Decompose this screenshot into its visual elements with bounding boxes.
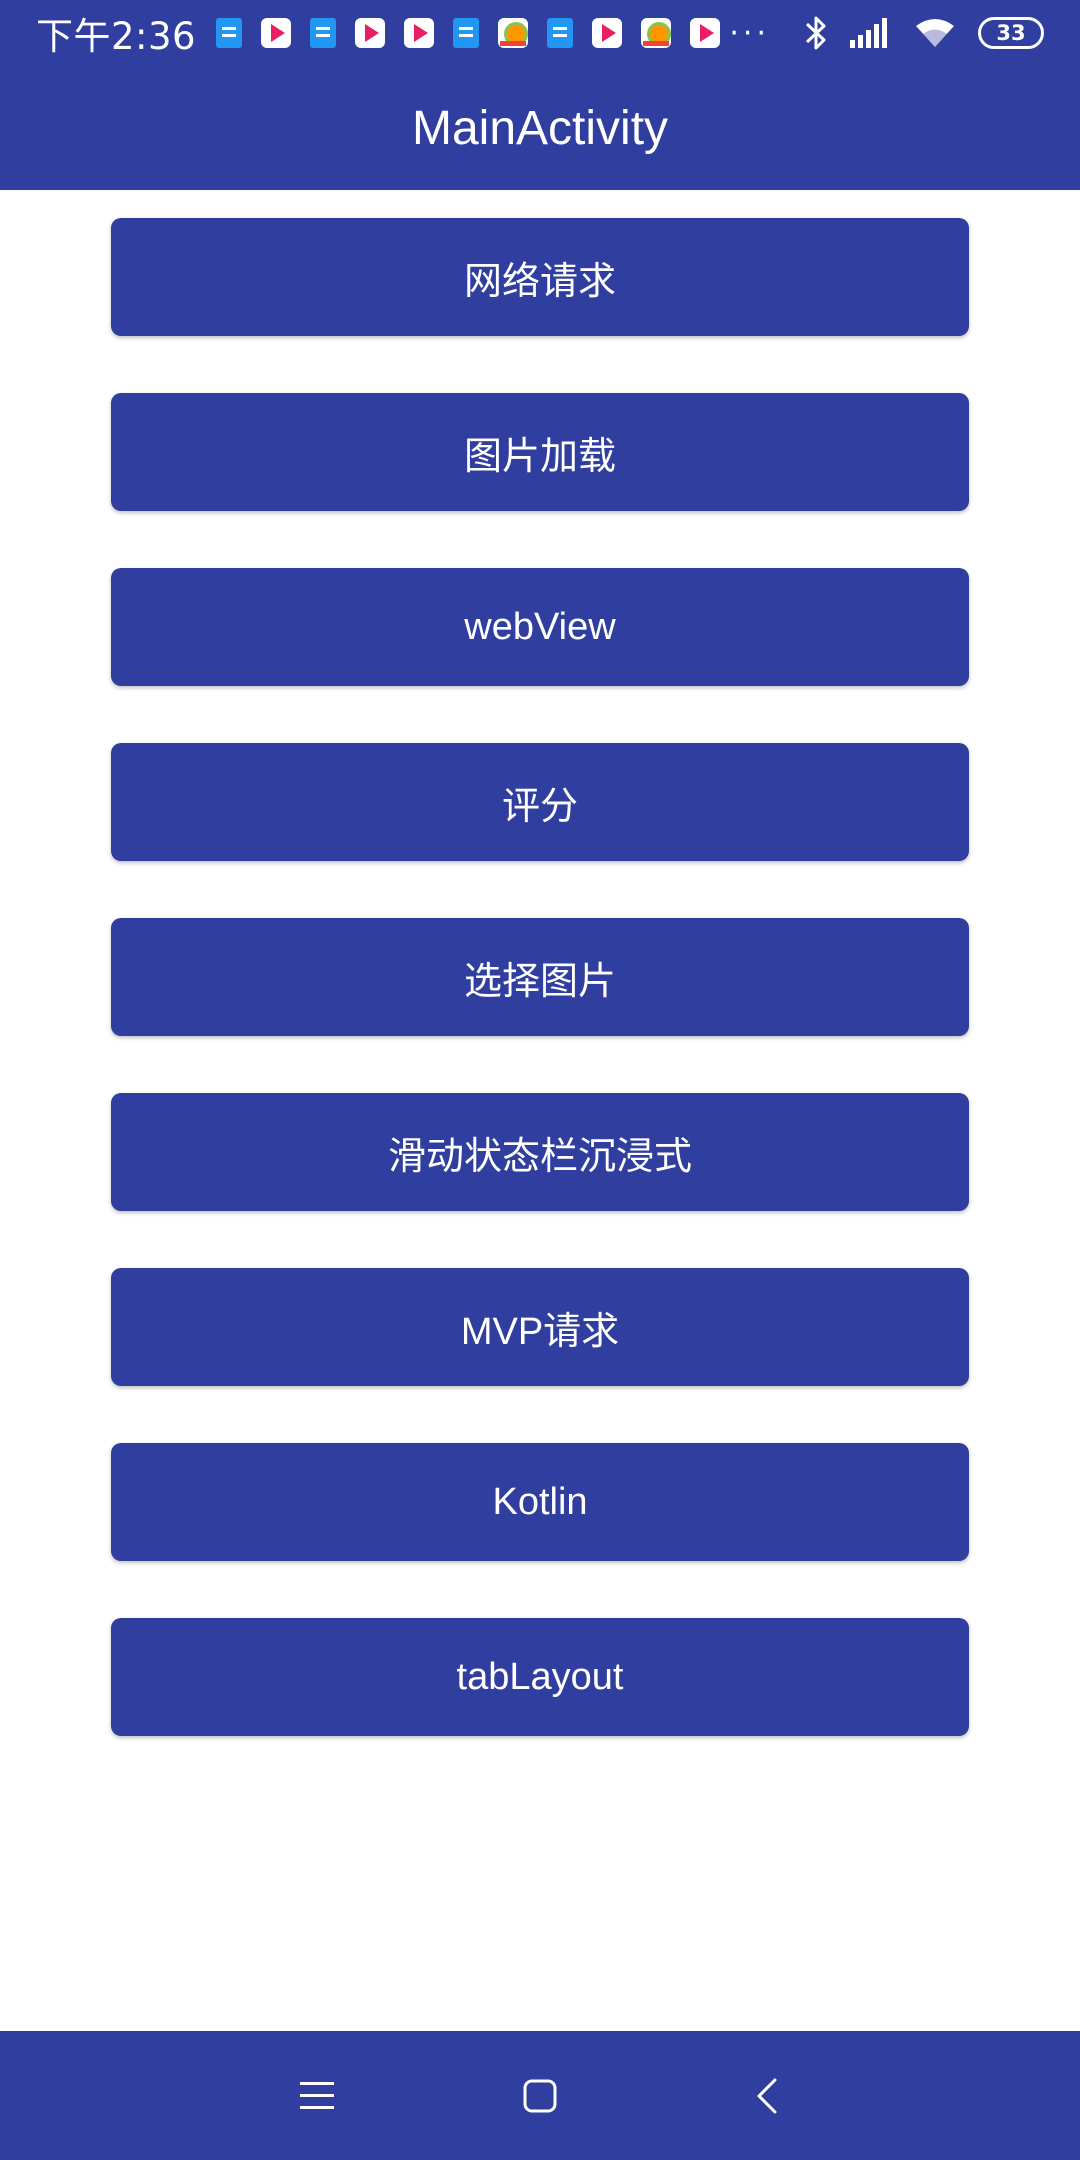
home-button[interactable] — [505, 2061, 575, 2131]
mvp-request-button[interactable]: MVP请求 — [111, 1268, 969, 1386]
doc-icon — [547, 18, 574, 48]
back-button[interactable] — [732, 2061, 802, 2131]
status-bar: 下午2:36 ··· 33 — [0, 0, 1080, 66]
battery-indicator: 33 — [978, 17, 1044, 49]
doc-icon — [310, 18, 337, 48]
play-icon — [404, 18, 435, 48]
webview-button[interactable]: webView — [111, 568, 969, 686]
navigation-bar — [0, 2031, 1080, 2160]
signal-icon — [850, 18, 887, 48]
button-list: 网络请求 图片加载 webView 评分 选择图片 滑动状态栏沉浸式 MVP请求… — [111, 218, 969, 1736]
kotlin-button[interactable]: Kotlin — [111, 1443, 969, 1561]
app-toolbar: MainActivity — [0, 66, 1080, 190]
doc-icon — [453, 18, 480, 48]
wifi-icon — [916, 19, 954, 47]
recent-apps-button[interactable] — [282, 2061, 352, 2131]
immersive-statusbar-button[interactable]: 滑动状态栏沉浸式 — [111, 1093, 969, 1211]
tablayout-button[interactable]: tabLayout — [111, 1618, 969, 1736]
home-icon — [523, 2079, 557, 2113]
picture-icon — [498, 18, 529, 48]
doc-icon — [216, 18, 243, 48]
bluetooth-icon — [805, 16, 826, 50]
notification-icons — [216, 18, 721, 48]
more-notifications-icon: ··· — [729, 15, 770, 51]
select-image-button[interactable]: 选择图片 — [111, 918, 969, 1036]
play-icon — [261, 18, 292, 48]
network-request-button[interactable]: 网络请求 — [111, 218, 969, 336]
status-indicators: ··· 33 — [729, 0, 1044, 66]
back-icon — [757, 2078, 777, 2114]
play-icon — [690, 18, 721, 48]
picture-icon — [641, 18, 672, 48]
rating-button[interactable]: 评分 — [111, 743, 969, 861]
play-icon — [592, 18, 623, 48]
page-title: MainActivity — [411, 101, 669, 155]
play-icon — [355, 18, 386, 48]
image-loading-button[interactable]: 图片加载 — [111, 393, 969, 511]
menu-icon — [300, 2082, 334, 2109]
status-time: 下午2:36 — [36, 15, 197, 58]
